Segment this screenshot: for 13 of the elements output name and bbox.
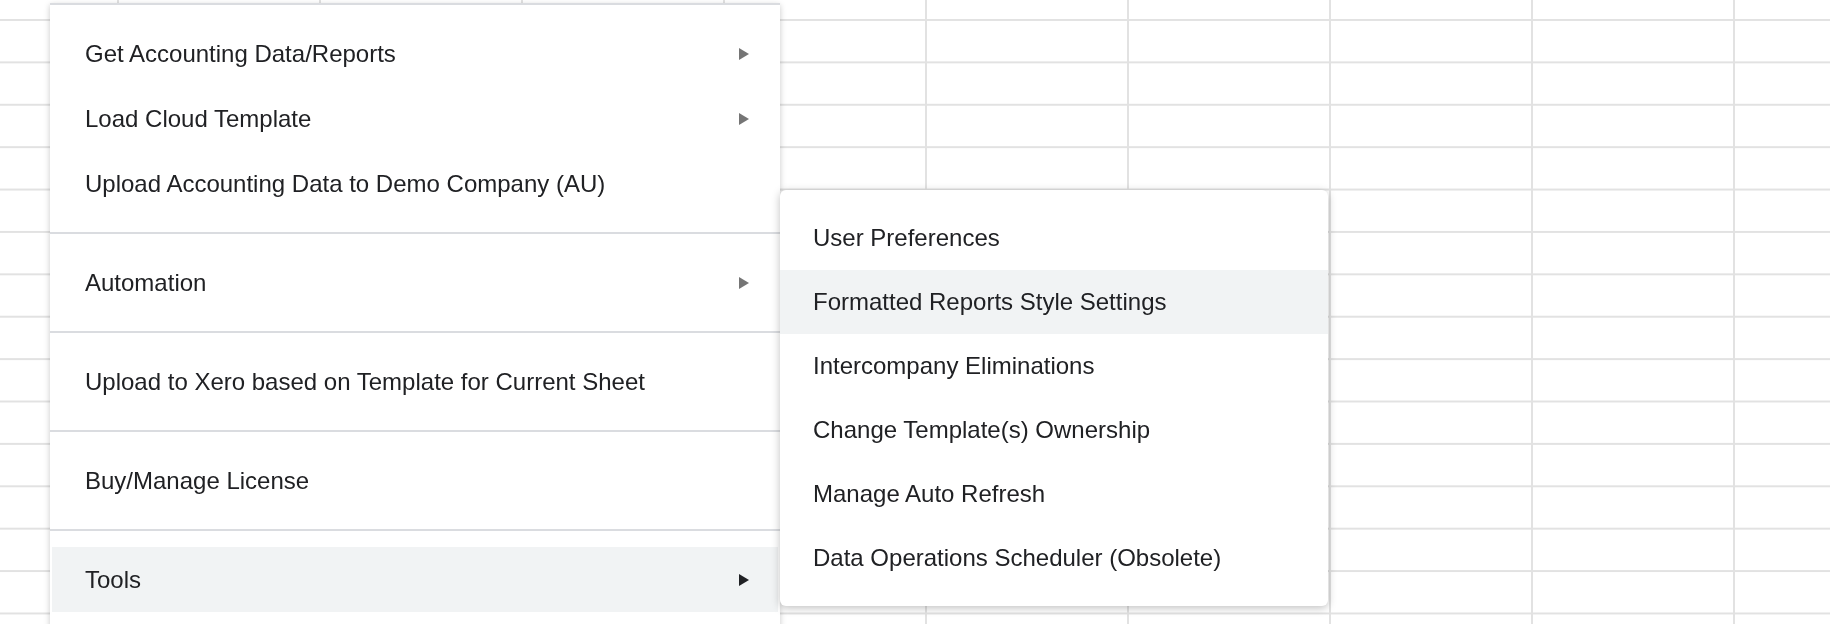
menu-item[interactable]: Automation (52, 250, 778, 315)
menu-item[interactable]: Get Accounting Data/Reports (52, 21, 778, 86)
menu-item[interactable]: Manage Auto Refresh (780, 462, 1328, 526)
menu-item[interactable]: Formatted Reports Style Settings (780, 270, 1328, 334)
menu-item[interactable]: Data Operations Scheduler (Obsolete) (780, 526, 1328, 590)
menu-item[interactable]: Tools (52, 547, 778, 612)
menu-item[interactable]: Load Cloud Template (52, 86, 778, 151)
menu-item[interactable]: Upload to Xero based on Template for Current Sheet (52, 349, 778, 414)
menu-item[interactable]: Change Template(s) Ownership (780, 398, 1328, 462)
menu-item[interactable]: Buy/Manage License (52, 448, 778, 513)
menu-item[interactable]: Upload Accounting Data to Demo Company (AU) (52, 151, 778, 216)
menu-item[interactable]: Intercompany Eliminations (780, 334, 1328, 398)
menu-item[interactable]: User Preferences (780, 206, 1328, 270)
